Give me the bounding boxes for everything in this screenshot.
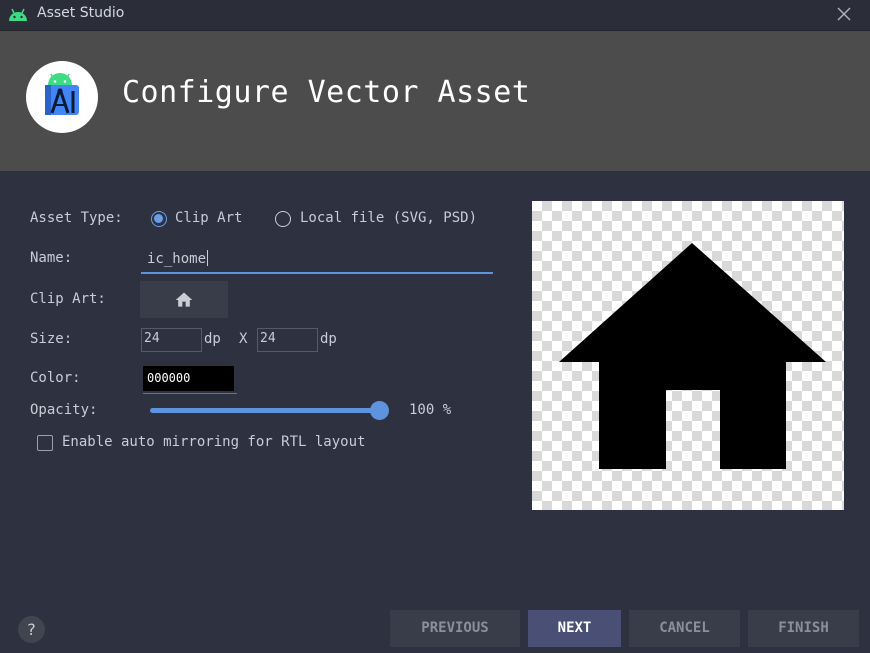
- cancel-button[interactable]: CANCEL: [629, 610, 740, 647]
- clip-art-label: Clip Art:: [30, 291, 106, 307]
- height-input[interactable]: 24: [257, 328, 318, 352]
- radio-local-file-label[interactable]: Local file (SVG, PSD): [300, 210, 477, 226]
- name-input-value: ic_home: [147, 251, 207, 267]
- android-studio-logo-icon: [26, 61, 98, 133]
- color-label: Color:: [30, 370, 81, 386]
- size-separator: X: [239, 331, 248, 347]
- next-button[interactable]: NEXT: [528, 610, 621, 647]
- text-caret: [207, 250, 209, 266]
- height-unit: dp: [320, 331, 337, 347]
- opacity-slider-thumb[interactable]: [370, 401, 389, 420]
- asset-type-label: Asset Type:: [30, 210, 123, 226]
- width-unit: dp: [204, 331, 221, 347]
- android-icon: [9, 8, 27, 21]
- wizard-header: Configure Vector Asset: [0, 31, 870, 171]
- home-icon: [559, 243, 826, 469]
- close-icon[interactable]: [834, 4, 854, 24]
- home-icon: [175, 292, 193, 307]
- finish-button[interactable]: FINISH: [748, 610, 859, 647]
- width-input[interactable]: 24: [141, 328, 202, 352]
- radio-local-file[interactable]: [275, 211, 291, 227]
- size-label: Size:: [30, 331, 73, 347]
- color-picker-field[interactable]: 000000: [143, 366, 234, 391]
- opacity-value: 100 %: [409, 402, 452, 418]
- icon-preview: [532, 201, 844, 510]
- window-title: Asset Studio: [37, 5, 125, 21]
- page-title: Configure Vector Asset: [122, 75, 531, 110]
- name-input[interactable]: ic_home: [141, 246, 493, 274]
- radio-clip-art[interactable]: [151, 211, 167, 227]
- title-bar: Asset Studio: [0, 0, 870, 31]
- name-label: Name:: [30, 250, 73, 266]
- help-button[interactable]: ?: [18, 616, 45, 643]
- opacity-slider-track[interactable]: [150, 408, 379, 413]
- previous-button[interactable]: PREVIOUS: [390, 610, 520, 647]
- rtl-mirroring-checkbox[interactable]: [37, 435, 53, 451]
- clip-art-button[interactable]: [140, 281, 228, 318]
- color-field-underline: [143, 393, 237, 394]
- rtl-mirroring-label[interactable]: Enable auto mirroring for RTL layout: [62, 434, 365, 450]
- radio-clip-art-label[interactable]: Clip Art: [175, 210, 242, 226]
- opacity-label: Opacity:: [30, 402, 98, 418]
